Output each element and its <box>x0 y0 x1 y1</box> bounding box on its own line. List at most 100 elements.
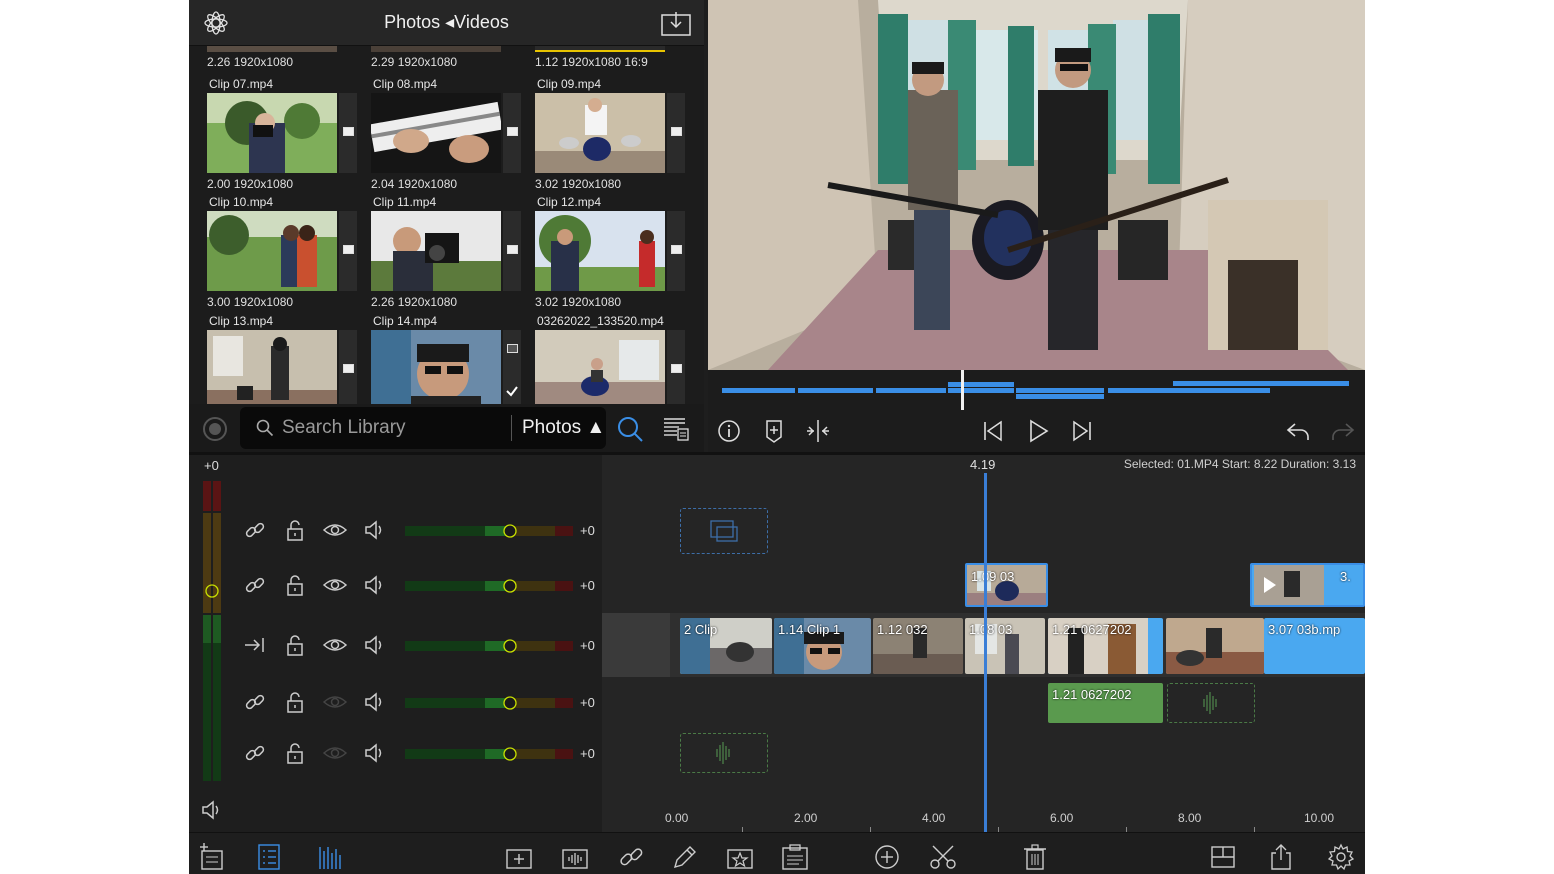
link-icon[interactable] <box>243 690 267 714</box>
audio-clip[interactable]: 1.21 0627202 <box>1048 683 1163 723</box>
lock-icon[interactable] <box>283 573 307 597</box>
search-box[interactable]: Photos ▲ <box>240 407 606 449</box>
track-gain-label: +0 <box>580 695 595 710</box>
link-clips-icon[interactable] <box>617 843 645 871</box>
split-icon[interactable] <box>805 418 831 444</box>
timeline-clip[interactable]: 1.21 0627202 <box>1048 618 1163 674</box>
speaker-icon[interactable] <box>363 518 387 542</box>
timeline-clip[interactable]: 1.12 032 <box>873 618 963 674</box>
eye-icon[interactable] <box>323 518 347 542</box>
speaker-icon[interactable] <box>363 741 387 765</box>
search-toggle-icon[interactable] <box>616 415 644 443</box>
play-icon[interactable] <box>1025 418 1051 444</box>
timeline-clip[interactable] <box>1166 618 1264 674</box>
clip-label: 1.09 03 <box>971 569 1015 584</box>
add-icon[interactable] <box>873 843 901 871</box>
clip-thumbnail[interactable] <box>371 211 501 291</box>
eye-icon[interactable] <box>323 690 347 714</box>
speaker-icon[interactable] <box>363 573 387 597</box>
clip-meta: 3.02 1920x1080 <box>535 295 622 309</box>
track-list-icon[interactable] <box>255 843 283 871</box>
delete-icon[interactable] <box>1021 843 1049 871</box>
track-volume-slider[interactable] <box>405 524 573 538</box>
clip-name: Clip 14.mp4 <box>373 314 438 328</box>
clip-meta: 3.00 1920x1080 <box>207 295 294 309</box>
timeline-clip[interactable]: 3. <box>1250 563 1365 607</box>
import-icon[interactable] <box>661 11 691 36</box>
time-ruler[interactable]: 0.00 2.00 4.00 6.00 8.00 10.00 <box>602 803 1365 832</box>
insert-clip-icon[interactable] <box>505 843 533 871</box>
speaker-icon[interactable] <box>363 690 387 714</box>
clip-thumbnail-selected[interactable] <box>535 46 665 52</box>
empty-audio-slot[interactable] <box>1167 683 1255 723</box>
clip-thumbnail[interactable] <box>535 93 665 173</box>
redo-icon[interactable] <box>1330 418 1356 444</box>
layout-icon[interactable] <box>1209 843 1237 871</box>
scissors-icon[interactable] <box>929 843 957 871</box>
clip-name: Clip 09.mp4 <box>537 77 602 91</box>
link-icon[interactable] <box>243 573 267 597</box>
skip-back-icon[interactable] <box>980 418 1006 444</box>
empty-video-slot[interactable] <box>680 508 768 554</box>
link-icon[interactable] <box>243 741 267 765</box>
track-volume-slider[interactable] <box>405 696 573 710</box>
master-speaker-icon[interactable] <box>201 799 223 821</box>
timeline-clip[interactable]: 2 Clip <box>680 618 772 674</box>
clip-thumbnail[interactable] <box>535 211 665 291</box>
timeline-clip[interactable]: 1.08 03 <box>965 618 1045 674</box>
info-icon[interactable] <box>716 418 742 444</box>
speaker-icon[interactable] <box>363 633 387 657</box>
search-input[interactable] <box>282 415 502 441</box>
empty-audio-slot[interactable] <box>680 733 768 773</box>
clip-thumbnail[interactable] <box>371 93 501 173</box>
timeline-clip[interactable]: 1.09 03 <box>965 563 1048 607</box>
undo-icon[interactable] <box>1285 418 1311 444</box>
list-settings-icon[interactable] <box>663 416 689 442</box>
eye-icon[interactable] <box>323 573 347 597</box>
timeline[interactable]: 4.19 Selected: 01.MP4 Start: 8.22 Durati… <box>602 455 1365 832</box>
lock-icon[interactable] <box>283 741 307 765</box>
track-volume-slider[interactable] <box>405 747 573 761</box>
playhead[interactable] <box>984 473 987 832</box>
ripple-icon[interactable] <box>243 633 267 657</box>
settings-gear-icon[interactable] <box>1327 843 1355 871</box>
app-window: Photos ◂Videos 2.26 1920x1080 2.29 1920x… <box>189 0 1365 874</box>
timeline-clip-selected[interactable]: 3.07 03b.mp <box>1264 618 1365 674</box>
clip-name: Clip 12.mp4 <box>537 195 602 209</box>
track-volume-slider[interactable] <box>405 639 573 653</box>
clip-thumbnail[interactable] <box>371 330 501 404</box>
timeline-clip[interactable]: 1.14 Clip 1 <box>774 618 871 674</box>
effects-star-icon[interactable] <box>726 843 754 871</box>
edit-pencil-icon[interactable] <box>671 843 699 871</box>
lock-icon[interactable] <box>283 633 307 657</box>
clip-label: 2 Clip <box>684 622 718 637</box>
add-track-icon[interactable] <box>199 843 227 871</box>
video-preview[interactable] <box>708 0 1365 370</box>
audio-insert-icon[interactable] <box>561 843 589 871</box>
titles-icon[interactable] <box>781 843 809 871</box>
link-icon[interactable] <box>243 518 267 542</box>
clip-thumbnail[interactable] <box>535 330 665 404</box>
library-title[interactable]: Photos ◂Videos <box>189 12 704 33</box>
lock-icon[interactable] <box>283 690 307 714</box>
add-marker-icon[interactable] <box>761 418 787 444</box>
track-volume-slider[interactable] <box>405 579 573 593</box>
source-dropdown[interactable]: Photos ▲ <box>522 417 605 439</box>
lock-icon[interactable] <box>283 518 307 542</box>
clip-thumbnail[interactable] <box>207 46 337 52</box>
eye-icon[interactable] <box>323 633 347 657</box>
track-gain-label: +0 <box>580 638 595 653</box>
viewer-scrubber[interactable] <box>708 370 1365 410</box>
clip-thumbnail[interactable] <box>207 330 337 404</box>
ruler-label: 6.00 <box>1050 811 1074 825</box>
eye-icon[interactable] <box>323 741 347 765</box>
clip-label: 1.21 0627202 <box>1052 622 1132 637</box>
skip-forward-icon[interactable] <box>1069 418 1095 444</box>
ruler-label: 8.00 <box>1178 811 1202 825</box>
record-button[interactable] <box>203 417 227 441</box>
clip-thumbnail[interactable] <box>207 93 337 173</box>
share-icon[interactable] <box>1267 843 1295 871</box>
clip-thumbnail[interactable] <box>207 211 337 291</box>
clip-thumbnail[interactable] <box>371 46 501 52</box>
audio-meters-icon[interactable] <box>317 843 345 871</box>
